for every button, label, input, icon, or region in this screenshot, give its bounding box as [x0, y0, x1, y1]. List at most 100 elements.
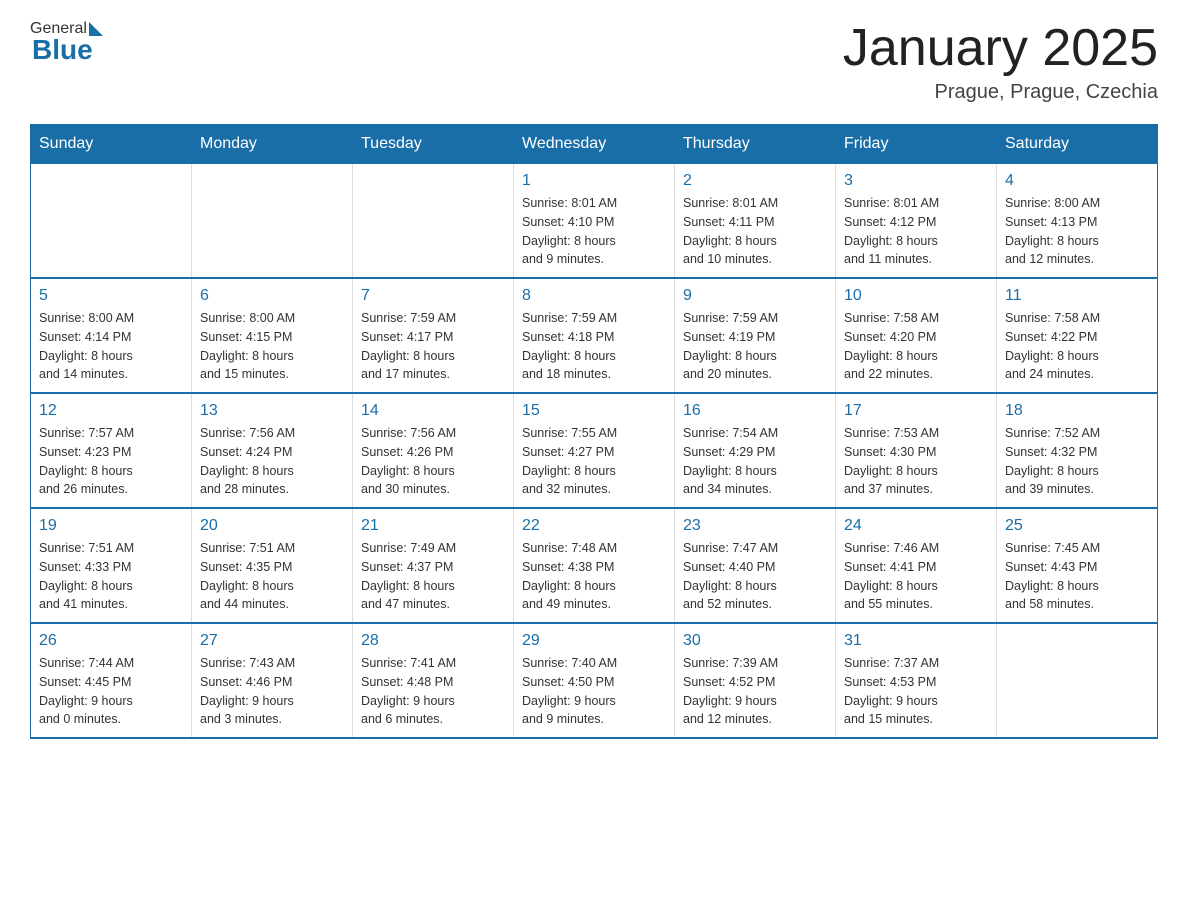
calendar-cell: 31Sunrise: 7:37 AM Sunset: 4:53 PM Dayli…: [836, 623, 997, 738]
calendar-cell: 28Sunrise: 7:41 AM Sunset: 4:48 PM Dayli…: [353, 623, 514, 738]
column-header-monday: Monday: [192, 125, 353, 164]
day-number: 12: [39, 402, 183, 420]
day-number: 21: [361, 517, 505, 535]
day-info: Sunrise: 7:46 AM Sunset: 4:41 PM Dayligh…: [844, 539, 988, 614]
calendar-cell: 17Sunrise: 7:53 AM Sunset: 4:30 PM Dayli…: [836, 393, 997, 508]
calendar-cell: 12 Sunrise: 7:57 AM Sunset: 4:23 PM Dayli…: [31, 393, 192, 508]
day-number: 5: [39, 287, 183, 305]
calendar-week-row: 5 Sunrise: 8:00 AM Sunset: 4:14 PM Daylig…: [31, 278, 1158, 393]
day-number: 3: [844, 172, 988, 190]
day-number: 18: [1005, 402, 1149, 420]
day-info: Sunrise: 8:01 AM Sunset: 4:10 PM Dayligh…: [522, 194, 666, 269]
column-header-saturday: Saturday: [997, 125, 1158, 164]
subtitle: Prague, Prague, Czechia: [843, 81, 1158, 104]
calendar-cell: 30Sunrise: 7:39 AM Sunset: 4:52 PM Dayli…: [675, 623, 836, 738]
day-info: Sunrise: 7:52 AM Sunset: 4:32 PM Dayligh…: [1005, 424, 1149, 499]
day-info: Sunrise: 7:54 AM Sunset: 4:29 PM Dayligh…: [683, 424, 827, 499]
day-info: Sunrise: 8:00 AM Sunset: 4:14 PM Dayligh…: [39, 309, 183, 384]
calendar-cell: 27 Sunrise: 7:43 AM Sunset: 4:46 PM Dayli…: [192, 623, 353, 738]
logo-blue-text: Blue: [32, 34, 93, 65]
day-info: Sunrise: 7:57 AM Sunset: 4:23 PM Dayligh…: [39, 424, 183, 499]
column-header-sunday: Sunday: [31, 125, 192, 164]
calendar-cell: 16 Sunrise: 7:54 AM Sunset: 4:29 PM Dayli…: [675, 393, 836, 508]
calendar-cell: 8Sunrise: 7:59 AM Sunset: 4:18 PM Daylig…: [514, 278, 675, 393]
day-info: Sunrise: 7:44 AM Sunset: 4:45 PM Dayligh…: [39, 654, 183, 729]
calendar-cell: 26 Sunrise: 7:44 AM Sunset: 4:45 PM Dayli…: [31, 623, 192, 738]
day-info: Sunrise: 7:48 AM Sunset: 4:38 PM Dayligh…: [522, 539, 666, 614]
calendar-cell: 1 Sunrise: 8:01 AM Sunset: 4:10 PM Daylig…: [514, 164, 675, 279]
calendar-cell: 10 Sunrise: 7:58 AM Sunset: 4:20 PM Dayli…: [836, 278, 997, 393]
page-title: January 2025: [843, 20, 1158, 77]
day-number: 9: [683, 287, 827, 305]
day-number: 17: [844, 402, 988, 420]
day-number: 25: [1005, 517, 1149, 535]
day-info: Sunrise: 8:01 AM Sunset: 4:12 PM Dayligh…: [844, 194, 988, 269]
calendar-cell: 15 Sunrise: 7:55 AM Sunset: 4:27 PM Dayli…: [514, 393, 675, 508]
day-number: 2: [683, 172, 827, 190]
day-number: 24: [844, 517, 988, 535]
calendar-cell: [353, 164, 514, 279]
calendar-cell: 11 Sunrise: 7:58 AM Sunset: 4:22 PM Dayli…: [997, 278, 1158, 393]
calendar-week-row: 19 Sunrise: 7:51 AM Sunset: 4:33 PM Dayli…: [31, 508, 1158, 623]
day-info: Sunrise: 7:37 AM Sunset: 4:53 PM Dayligh…: [844, 654, 988, 729]
column-header-friday: Friday: [836, 125, 997, 164]
day-info: Sunrise: 7:43 AM Sunset: 4:46 PM Dayligh…: [200, 654, 344, 729]
column-header-thursday: Thursday: [675, 125, 836, 164]
day-info: Sunrise: 7:45 AM Sunset: 4:43 PM Dayligh…: [1005, 539, 1149, 614]
calendar-cell: 3 Sunrise: 8:01 AM Sunset: 4:12 PM Daylig…: [836, 164, 997, 279]
day-number: 29: [522, 632, 666, 650]
calendar-week-row: 26 Sunrise: 7:44 AM Sunset: 4:45 PM Dayli…: [31, 623, 1158, 738]
day-number: 11: [1005, 287, 1149, 305]
calendar-cell: [192, 164, 353, 279]
calendar-cell: 9 Sunrise: 7:59 AM Sunset: 4:19 PM Daylig…: [675, 278, 836, 393]
calendar-cell: 2 Sunrise: 8:01 AM Sunset: 4:11 PM Daylig…: [675, 164, 836, 279]
page-header: General Blue January 2025 Prague, Prague…: [30, 20, 1158, 104]
day-info: Sunrise: 7:51 AM Sunset: 4:33 PM Dayligh…: [39, 539, 183, 614]
day-number: 26: [39, 632, 183, 650]
day-info: Sunrise: 8:01 AM Sunset: 4:11 PM Dayligh…: [683, 194, 827, 269]
day-info: Sunrise: 8:00 AM Sunset: 4:13 PM Dayligh…: [1005, 194, 1149, 269]
day-number: 16: [683, 402, 827, 420]
calendar-cell: 29 Sunrise: 7:40 AM Sunset: 4:50 PM Dayli…: [514, 623, 675, 738]
calendar-cell: [31, 164, 192, 279]
calendar-week-row: 1 Sunrise: 8:01 AM Sunset: 4:10 PM Daylig…: [31, 164, 1158, 279]
day-info: Sunrise: 7:56 AM Sunset: 4:24 PM Dayligh…: [200, 424, 344, 499]
day-number: 14: [361, 402, 505, 420]
title-block: January 2025 Prague, Prague, Czechia: [843, 20, 1158, 104]
calendar-cell: 21 Sunrise: 7:49 AM Sunset: 4:37 PM Dayli…: [353, 508, 514, 623]
day-number: 19: [39, 517, 183, 535]
calendar-cell: 4Sunrise: 8:00 AM Sunset: 4:13 PM Daylig…: [997, 164, 1158, 279]
day-number: 20: [200, 517, 344, 535]
day-number: 6: [200, 287, 344, 305]
day-number: 15: [522, 402, 666, 420]
calendar-cell: 23Sunrise: 7:47 AM Sunset: 4:40 PM Dayli…: [675, 508, 836, 623]
column-header-wednesday: Wednesday: [514, 125, 675, 164]
day-number: 7: [361, 287, 505, 305]
day-info: Sunrise: 7:56 AM Sunset: 4:26 PM Dayligh…: [361, 424, 505, 499]
day-number: 27: [200, 632, 344, 650]
day-info: Sunrise: 7:49 AM Sunset: 4:37 PM Dayligh…: [361, 539, 505, 614]
calendar-cell: 7Sunrise: 7:59 AM Sunset: 4:17 PM Daylig…: [353, 278, 514, 393]
day-info: Sunrise: 7:58 AM Sunset: 4:20 PM Dayligh…: [844, 309, 988, 384]
day-info: Sunrise: 7:47 AM Sunset: 4:40 PM Dayligh…: [683, 539, 827, 614]
day-info: Sunrise: 7:59 AM Sunset: 4:19 PM Dayligh…: [683, 309, 827, 384]
calendar-cell: 6 Sunrise: 8:00 AM Sunset: 4:15 PM Daylig…: [192, 278, 353, 393]
calendar-cell: 18 Sunrise: 7:52 AM Sunset: 4:32 PM Dayli…: [997, 393, 1158, 508]
column-header-tuesday: Tuesday: [353, 125, 514, 164]
day-number: 30: [683, 632, 827, 650]
logo: General Blue: [30, 20, 103, 66]
day-number: 1: [522, 172, 666, 190]
calendar-week-row: 12 Sunrise: 7:57 AM Sunset: 4:23 PM Dayli…: [31, 393, 1158, 508]
calendar-header-row: SundayMondayTuesdayWednesdayThursdayFrid…: [31, 125, 1158, 164]
day-info: Sunrise: 7:55 AM Sunset: 4:27 PM Dayligh…: [522, 424, 666, 499]
calendar-cell: 19 Sunrise: 7:51 AM Sunset: 4:33 PM Dayli…: [31, 508, 192, 623]
day-info: Sunrise: 7:58 AM Sunset: 4:22 PM Dayligh…: [1005, 309, 1149, 384]
day-number: 10: [844, 287, 988, 305]
calendar-cell: 14 Sunrise: 7:56 AM Sunset: 4:26 PM Dayli…: [353, 393, 514, 508]
day-info: Sunrise: 7:59 AM Sunset: 4:18 PM Dayligh…: [522, 309, 666, 384]
day-info: Sunrise: 7:40 AM Sunset: 4:50 PM Dayligh…: [522, 654, 666, 729]
calendar-cell: 22Sunrise: 7:48 AM Sunset: 4:38 PM Dayli…: [514, 508, 675, 623]
calendar-cell: [997, 623, 1158, 738]
calendar-table: SundayMondayTuesdayWednesdayThursdayFrid…: [30, 124, 1158, 739]
day-info: Sunrise: 8:00 AM Sunset: 4:15 PM Dayligh…: [200, 309, 344, 384]
